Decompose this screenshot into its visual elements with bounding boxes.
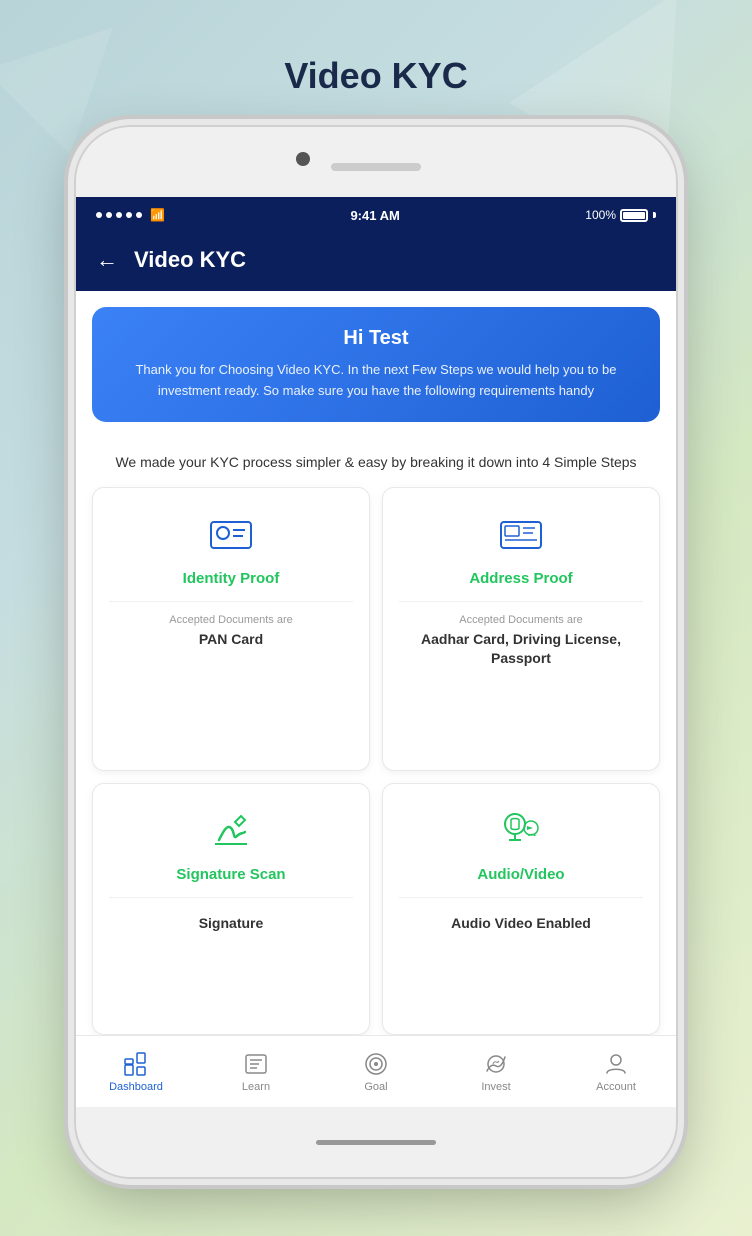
banner-text: Thank you for Choosing Video KYC. In the… bbox=[116, 360, 636, 402]
signature-divider bbox=[109, 897, 353, 898]
dashboard-label: Dashboard bbox=[109, 1081, 163, 1093]
signature-scan-title: Signature Scan bbox=[176, 866, 285, 883]
nav-item-account[interactable]: Account bbox=[556, 1051, 676, 1093]
battery-tip bbox=[653, 212, 656, 218]
learn-icon bbox=[243, 1051, 269, 1077]
audio-video-title: Audio/Video bbox=[477, 866, 564, 883]
battery-percent: 100% bbox=[585, 208, 616, 222]
signal-area: 📶 bbox=[96, 208, 165, 222]
battery-fill bbox=[623, 212, 645, 219]
status-bar: 📶 9:41 AM 100% bbox=[76, 197, 676, 233]
welcome-banner: Hi Test Thank you for Choosing Video KYC… bbox=[92, 307, 660, 422]
dashboard-icon bbox=[123, 1051, 149, 1077]
phone-camera bbox=[296, 152, 310, 166]
steps-description: We made your KYC process simpler & easy … bbox=[76, 438, 676, 487]
phone-screen: 📶 9:41 AM 100% ← Video KYC Hi Test Thank… bbox=[76, 197, 676, 1107]
bottom-navigation: Dashboard Learn Goal bbox=[76, 1035, 676, 1107]
nav-item-goal[interactable]: Goal bbox=[316, 1051, 436, 1093]
header-title: Video KYC bbox=[134, 247, 246, 273]
identity-proof-card[interactable]: Identity Proof Accepted Documents are PA… bbox=[92, 487, 370, 771]
invest-icon bbox=[483, 1051, 509, 1077]
audio-video-icon bbox=[495, 804, 547, 856]
identity-subtitle: Accepted Documents are bbox=[169, 614, 293, 626]
banner-title: Hi Test bbox=[116, 327, 636, 350]
account-icon bbox=[603, 1051, 629, 1077]
kyc-cards-grid: Identity Proof Accepted Documents are PA… bbox=[76, 487, 676, 1035]
account-label: Account bbox=[596, 1081, 636, 1093]
address-proof-icon bbox=[495, 508, 547, 560]
home-indicator bbox=[316, 1140, 436, 1145]
audio-video-divider bbox=[399, 897, 643, 898]
wifi-icon: 📶 bbox=[150, 208, 165, 222]
audio-video-card[interactable]: Audio/Video Audio Video Enabled bbox=[382, 783, 660, 1035]
signature-document: Signature bbox=[199, 914, 264, 934]
audio-video-document: Audio Video Enabled bbox=[451, 914, 591, 934]
address-subtitle: Accepted Documents are bbox=[459, 614, 583, 626]
signal-dot-5 bbox=[136, 212, 142, 218]
invest-label: Invest bbox=[481, 1081, 510, 1093]
signal-dot-2 bbox=[106, 212, 112, 218]
battery-icon bbox=[620, 209, 648, 222]
address-proof-card[interactable]: Address Proof Accepted Documents are Aad… bbox=[382, 487, 660, 771]
goal-label: Goal bbox=[364, 1081, 387, 1093]
signal-dot-1 bbox=[96, 212, 102, 218]
app-header: ← Video KYC bbox=[76, 233, 676, 291]
phone-speaker bbox=[331, 163, 421, 171]
status-time: 9:41 AM bbox=[350, 208, 399, 223]
identity-document: PAN Card bbox=[199, 630, 263, 650]
signature-scan-card[interactable]: Signature Scan Signature bbox=[92, 783, 370, 1035]
address-document: Aadhar Card, Driving License, Passport bbox=[399, 630, 643, 669]
page-title: Video KYC bbox=[284, 55, 467, 97]
identity-proof-title: Identity Proof bbox=[183, 570, 280, 587]
nav-item-invest[interactable]: Invest bbox=[436, 1051, 556, 1093]
phone-mockup: 📶 9:41 AM 100% ← Video KYC Hi Test Thank… bbox=[76, 127, 676, 1177]
nav-item-learn[interactable]: Learn bbox=[196, 1051, 316, 1093]
phone-bottom bbox=[76, 1107, 676, 1177]
address-divider bbox=[399, 601, 643, 602]
identity-divider bbox=[109, 601, 353, 602]
identity-proof-icon bbox=[205, 508, 257, 560]
signal-dot-3 bbox=[116, 212, 122, 218]
signal-dot-4 bbox=[126, 212, 132, 218]
address-proof-title: Address Proof bbox=[469, 570, 572, 587]
phone-top bbox=[76, 127, 676, 197]
back-button[interactable]: ← bbox=[96, 247, 118, 273]
signature-scan-icon bbox=[205, 804, 257, 856]
nav-item-dashboard[interactable]: Dashboard bbox=[76, 1051, 196, 1093]
goal-icon bbox=[363, 1051, 389, 1077]
learn-label: Learn bbox=[242, 1081, 270, 1093]
battery-area: 100% bbox=[585, 208, 656, 222]
